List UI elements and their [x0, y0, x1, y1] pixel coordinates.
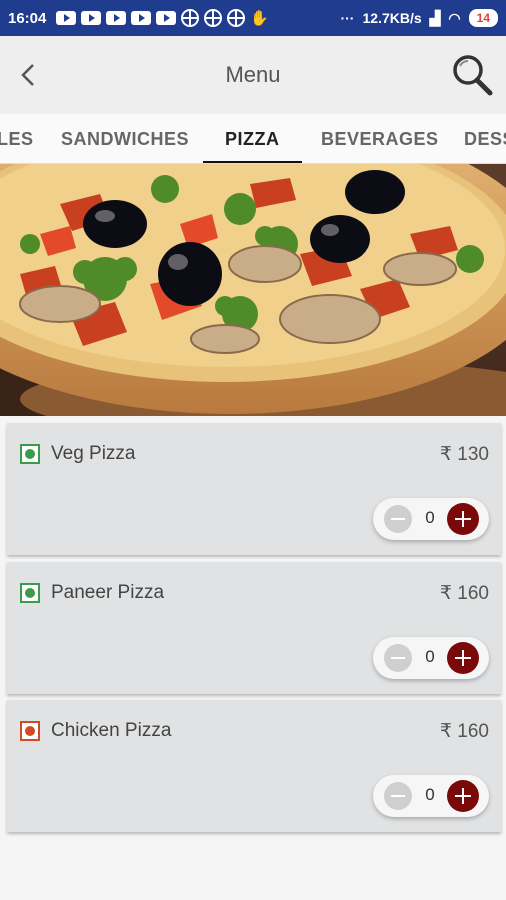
menu-item-card: Veg Pizza ₹ 130 0	[7, 423, 501, 555]
sync-icon	[204, 9, 223, 27]
status-right: ··· 12.7KB/s ▟ ◠ 14	[340, 9, 498, 27]
tab-beverages[interactable]: BEVERAGES	[321, 114, 439, 163]
item-name: Veg Pizza	[51, 443, 136, 464]
category-banner-image	[0, 164, 506, 416]
menu-item-card: Paneer Pizza ₹ 160 0	[7, 562, 501, 694]
battery-icon: 14	[468, 9, 498, 27]
item-price: ₹ 160	[439, 721, 489, 742]
back-button[interactable]	[14, 60, 44, 90]
quantity-stepper: 0	[373, 775, 489, 817]
youtube-icon	[156, 11, 177, 25]
quantity-value: 0	[425, 647, 435, 666]
tab-pizza[interactable]: PIZZA	[203, 114, 301, 163]
increase-quantity-button[interactable]	[447, 503, 479, 535]
item-price: ₹ 130	[439, 444, 489, 465]
youtube-icon	[56, 11, 77, 25]
quantity-stepper: 0	[373, 637, 489, 679]
quantity-stepper: 0	[373, 498, 489, 540]
back-arrow-icon	[21, 64, 34, 86]
category-tabs: LES SANDWICHES PIZZA BEVERAGES DESS	[0, 114, 506, 164]
item-name: Paneer Pizza	[51, 582, 165, 603]
increase-quantity-button[interactable]	[447, 642, 479, 674]
more-notifications-icon: ···	[340, 10, 355, 26]
item-price: ₹ 160	[439, 583, 489, 604]
tab-les[interactable]: LES	[0, 114, 34, 163]
youtube-icon	[81, 11, 102, 25]
app-notification-icon: ✋	[250, 10, 270, 27]
veg-indicator-icon	[20, 444, 40, 464]
status-time: 16:04	[8, 9, 47, 27]
decrease-quantity-button[interactable]	[384, 644, 412, 672]
increase-quantity-button[interactable]	[447, 780, 479, 812]
decrease-quantity-button[interactable]	[384, 782, 412, 810]
non-veg-indicator-icon	[20, 721, 40, 741]
app-bar: Menu	[0, 36, 506, 114]
menu-item-card: Chicken Pizza ₹ 160 0	[7, 700, 501, 832]
tab-sandwiches[interactable]: SANDWICHES	[61, 114, 189, 163]
status-bar: 16:04 ✋ ··· 12.7KB/s ▟ ◠ 14	[0, 0, 506, 36]
youtube-icon	[131, 11, 152, 25]
tab-desserts[interactable]: DESS	[464, 114, 506, 163]
quantity-value: 0	[425, 508, 435, 527]
search-icon	[453, 55, 493, 96]
decrease-quantity-button[interactable]	[384, 505, 412, 533]
quantity-value: 0	[425, 785, 435, 804]
sync-icon	[227, 9, 246, 27]
youtube-icon	[106, 11, 127, 25]
item-name: Chicken Pizza	[51, 720, 172, 741]
wifi-icon: ◠	[448, 9, 461, 26]
network-speed: 12.7KB/s	[362, 10, 422, 26]
notification-icons: ✋	[56, 9, 269, 27]
veg-indicator-icon	[20, 583, 40, 603]
signal-icon: ▟	[429, 9, 441, 26]
page-title: Menu	[225, 62, 281, 87]
search-button[interactable]	[450, 52, 494, 96]
sync-icon	[181, 9, 200, 27]
